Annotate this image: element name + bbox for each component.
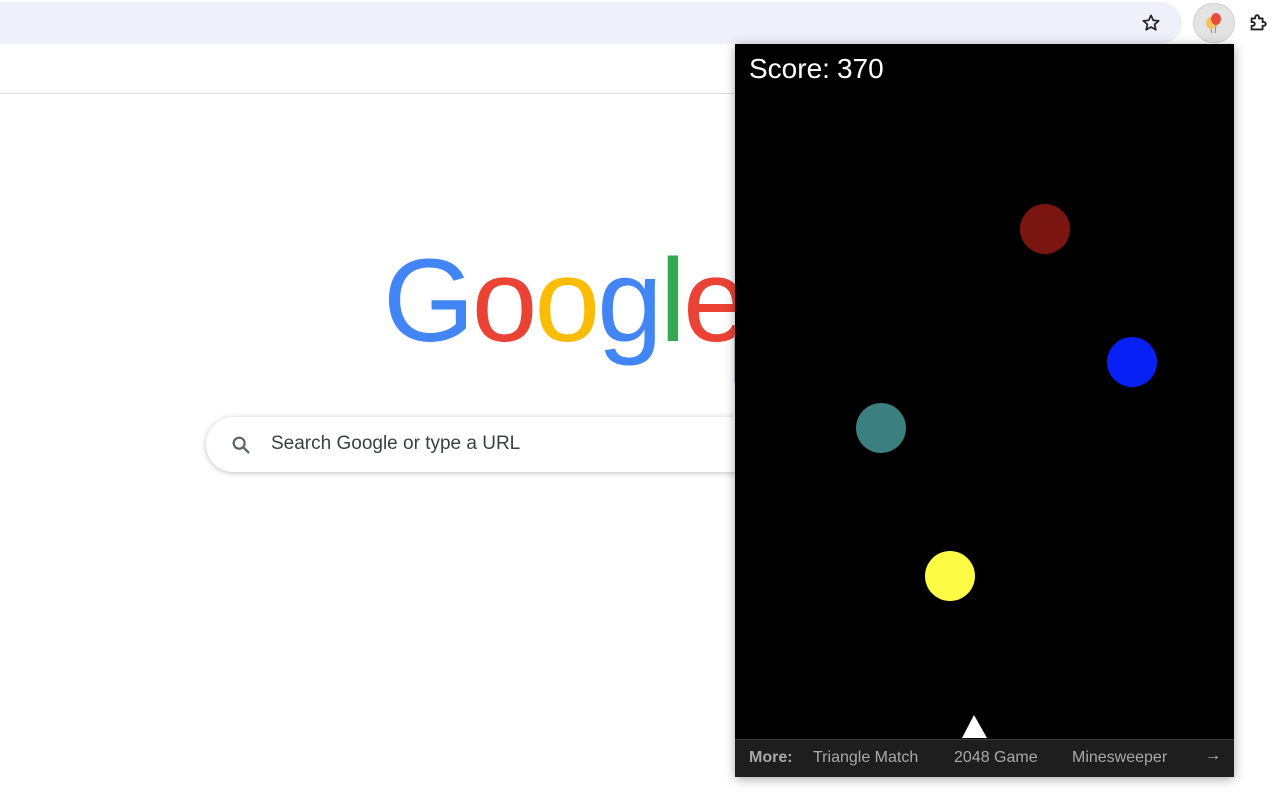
puzzle-icon <box>1250 14 1267 31</box>
browser-toolbar <box>0 0 1280 44</box>
toolbar-divider <box>0 93 736 94</box>
address-bar[interactable] <box>0 2 1182 44</box>
more-label: More: <box>749 749 793 766</box>
game-popup: Score: 370 More: Triangle Match 2048 Game… <box>735 44 1234 777</box>
game-ball-teal <box>856 403 906 453</box>
balloon-extension-button[interactable] <box>1193 3 1235 43</box>
balloon-extension-icon <box>1206 13 1221 34</box>
more-link-triangle-match[interactable]: Triangle Match <box>813 749 918 767</box>
bookmark-star-button[interactable] <box>1134 6 1168 40</box>
extensions-menu-button[interactable] <box>1240 5 1276 41</box>
game-canvas[interactable] <box>735 44 1234 739</box>
game-ball-yellow <box>925 551 975 601</box>
screen: Google Search Google or type a URL Score… <box>0 0 1280 800</box>
search-placeholder: Search Google or type a URL <box>271 433 521 454</box>
score-display: Score: 370 <box>749 53 891 85</box>
more-games-bar: More: Triangle Match 2048 Game Minesweep… <box>735 739 1234 777</box>
search-box[interactable]: Search Google or type a URL <box>206 417 766 472</box>
google-logo: Google <box>383 235 749 367</box>
game-ball-blue <box>1107 337 1157 387</box>
score-label: Score: <box>749 53 830 84</box>
score-value: 370 <box>836 53 884 84</box>
svg-text:Google: Google <box>383 235 746 367</box>
more-link-2048-game[interactable]: 2048 Game <box>954 749 1038 767</box>
search-icon <box>232 436 250 454</box>
star-icon <box>1142 14 1160 31</box>
game-ball-red <box>1020 204 1070 254</box>
shooter-triangle[interactable] <box>962 715 987 738</box>
more-link-minesweeper[interactable]: Minesweeper <box>1072 749 1167 767</box>
next-arrow-icon[interactable]: → <box>1205 747 1221 765</box>
